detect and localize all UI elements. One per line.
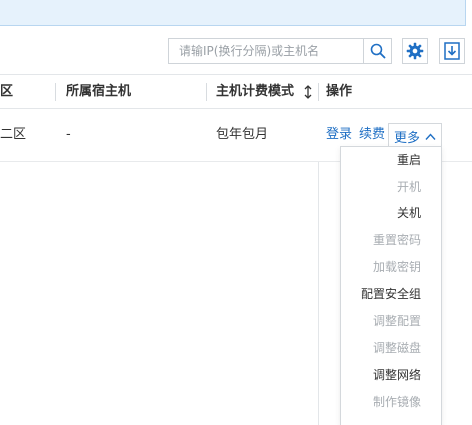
menu-item-power-on: 开机 <box>396 180 421 194</box>
menu-item-restart[interactable]: 重启 <box>397 150 421 170</box>
header-divider <box>318 83 319 101</box>
search-button[interactable] <box>364 38 392 64</box>
header-zone: 区 <box>0 84 14 99</box>
header-billing[interactable]: 主机计费模式 <box>216 75 294 109</box>
search-icon <box>370 43 385 59</box>
menu-item-load-key: 加载密钥 <box>372 260 421 274</box>
gear-icon <box>406 42 424 60</box>
search-box[interactable] <box>168 38 364 64</box>
column-divider <box>318 162 319 425</box>
download-icon <box>444 42 460 60</box>
sort-icon[interactable] <box>304 85 312 99</box>
menu-item-resize-disk: 调整磁盘 <box>372 341 421 355</box>
table-header: 区 所属宿主机 主机计费模式 操作 <box>0 74 472 109</box>
cell-host: - <box>66 127 71 142</box>
cell-billing: 包年包月 <box>216 127 269 142</box>
header-host: 所属宿主机 <box>66 84 132 99</box>
menu-item-power-off[interactable]: 关机 <box>397 203 421 223</box>
download-button[interactable] <box>439 38 465 64</box>
menu-item-reset-password: 重置密码 <box>372 233 421 247</box>
more-label: 更多 <box>394 131 421 146</box>
menu-item-create-image: 制作镜像 <box>372 395 421 409</box>
menu-item-adjust-network[interactable]: 调整网络 <box>373 365 421 385</box>
settings-button[interactable] <box>402 38 428 64</box>
menu-item-resize: 调整配置 <box>372 314 421 328</box>
chevron-up-icon <box>425 132 436 140</box>
header-divider <box>55 83 56 101</box>
toolbar <box>0 26 472 74</box>
search-input[interactable] <box>169 39 363 63</box>
notice-banner <box>0 0 466 26</box>
header-actions: 操作 <box>326 84 353 99</box>
menu-item-security-group[interactable]: 配置安全组 <box>361 284 421 304</box>
more-menu: 重启 开机 关机 重置密码 加载密钥 配置安全组 调整配置 调整磁盘 调整网络 … <box>340 146 442 425</box>
header-divider <box>206 83 207 101</box>
cell-zone: 二区 <box>0 127 27 142</box>
